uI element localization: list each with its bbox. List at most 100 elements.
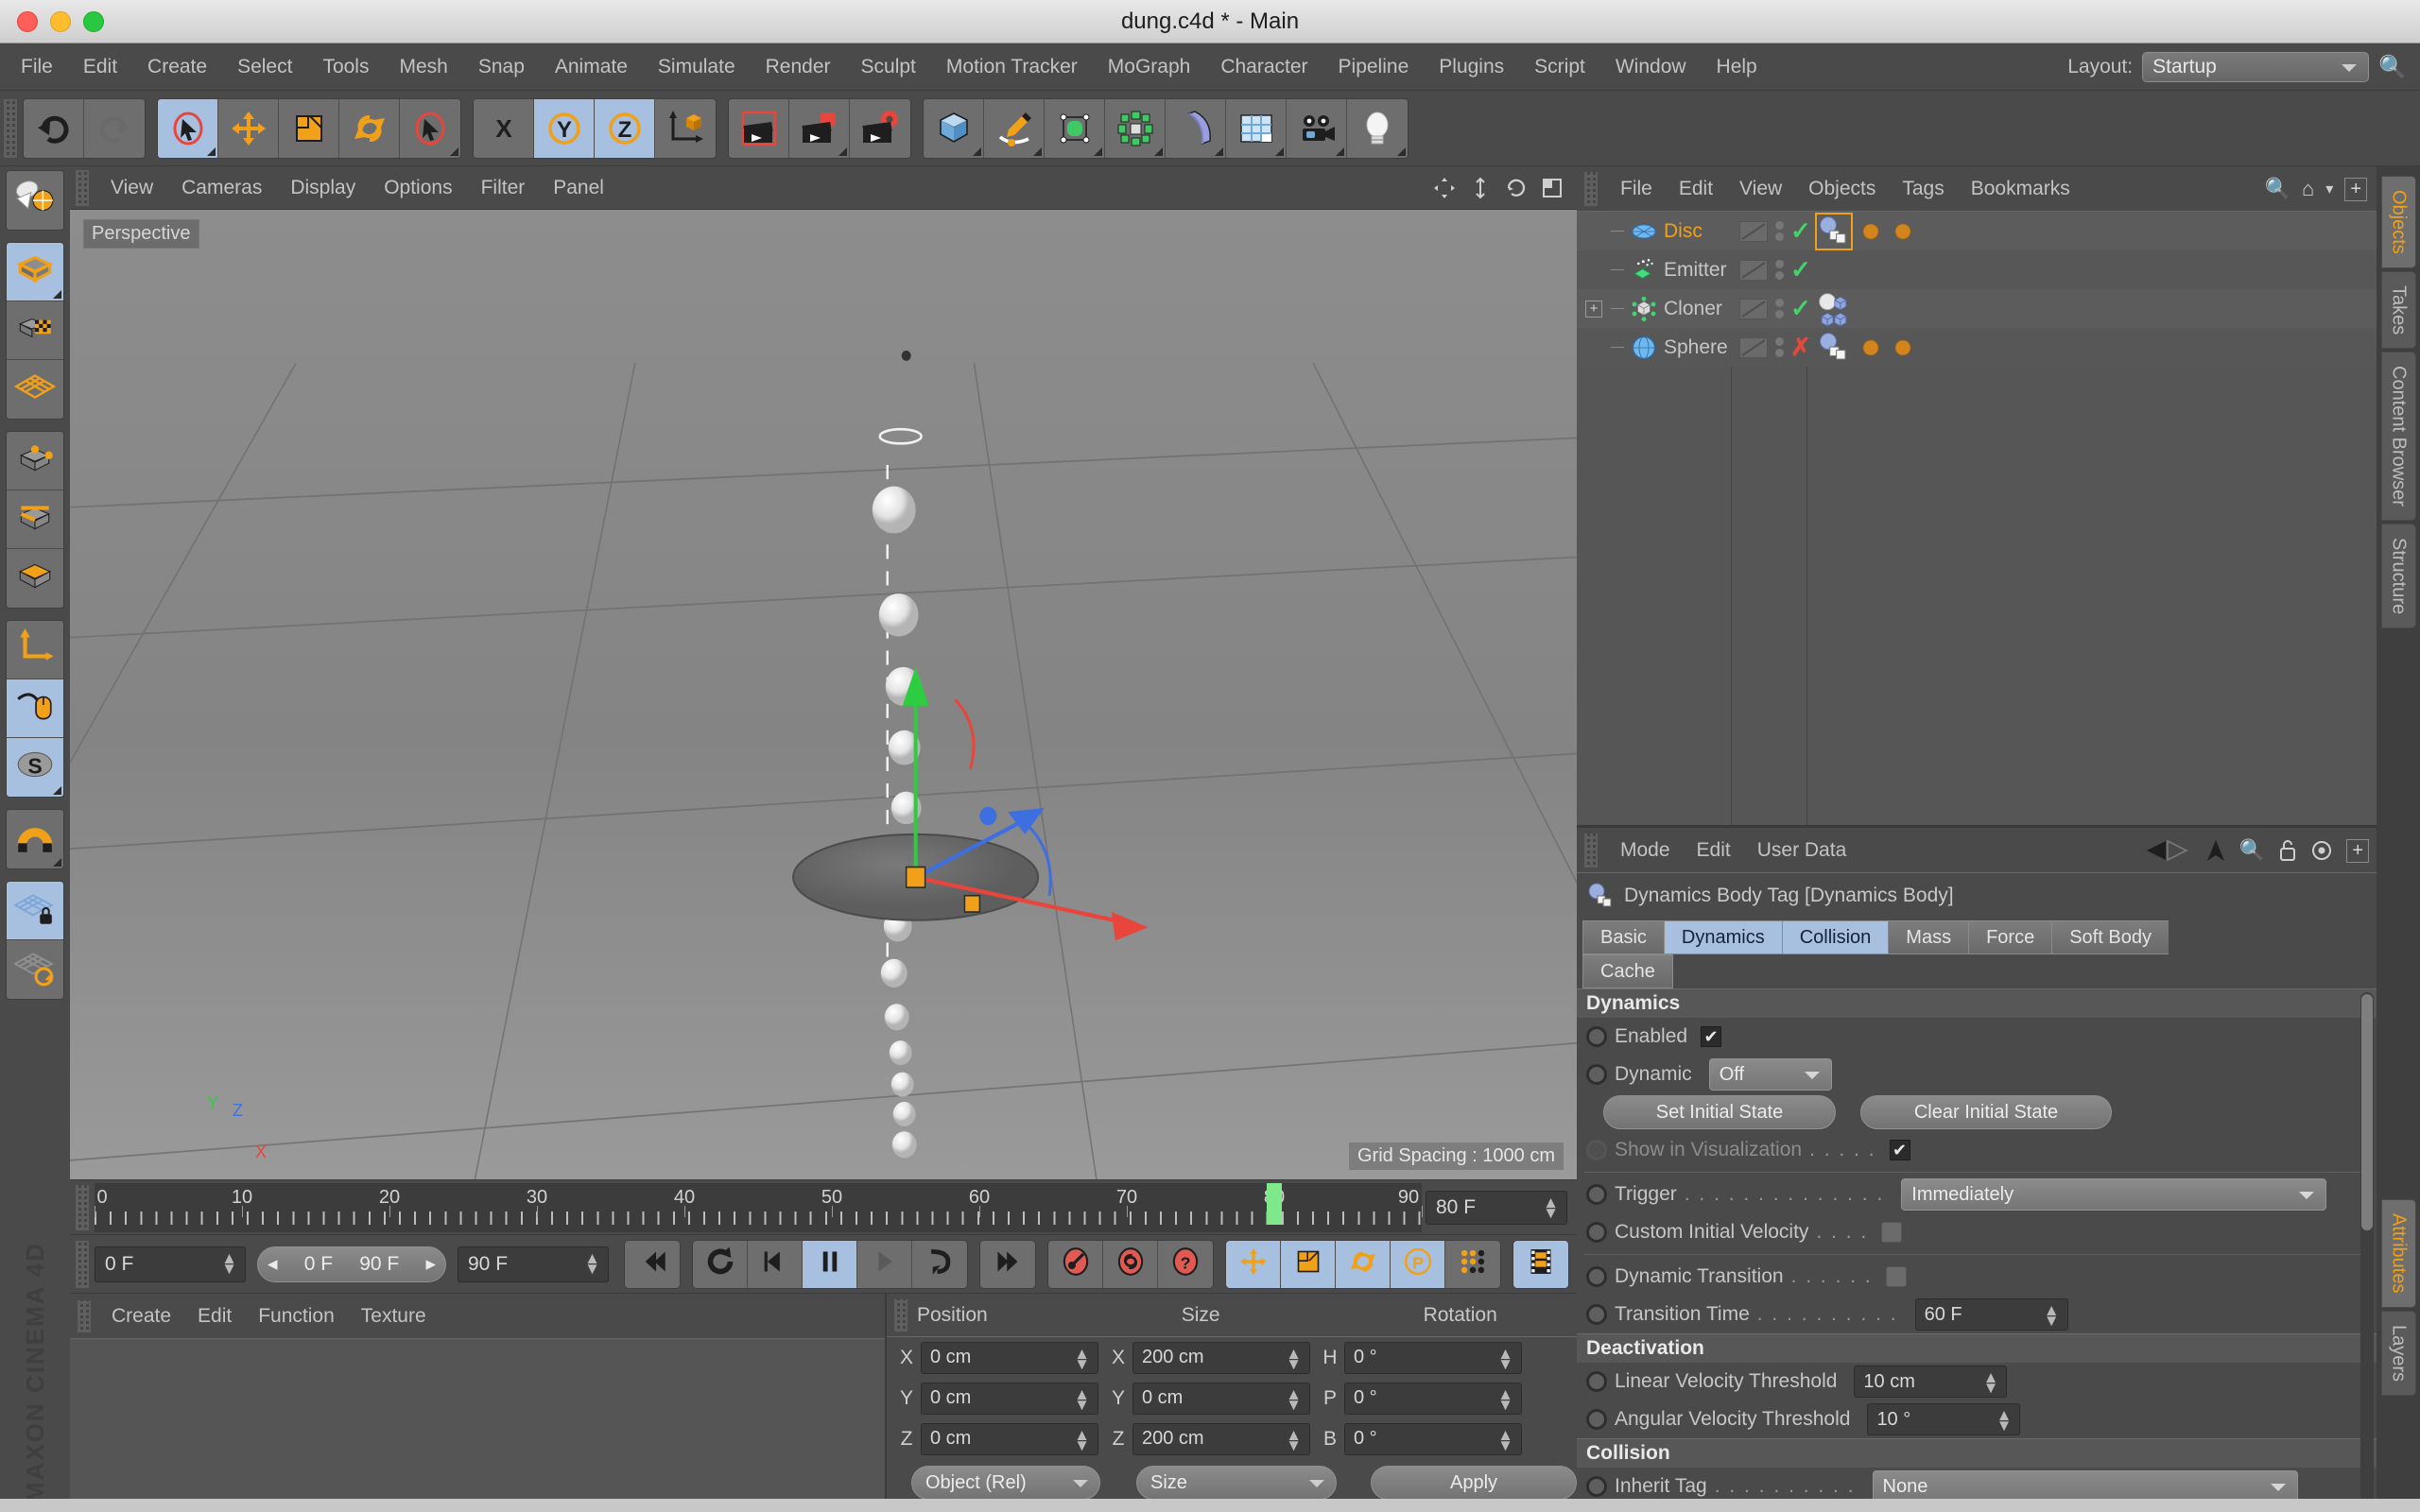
menu-mesh[interactable]: Mesh bbox=[384, 43, 462, 91]
clear-initial-state-button[interactable]: Clear Initial State bbox=[1860, 1095, 2112, 1129]
object-name[interactable]: Sphere bbox=[1664, 336, 1728, 359]
rotate-view-icon[interactable] bbox=[1505, 177, 1528, 199]
enabled-check-icon[interactable]: ✓ bbox=[1790, 255, 1811, 284]
coordinate-mode-select[interactable]: Object (Rel) bbox=[911, 1466, 1100, 1500]
material-tag[interactable] bbox=[1889, 217, 1917, 246]
menu-character[interactable]: Character bbox=[1205, 43, 1322, 91]
close-button[interactable] bbox=[17, 10, 38, 32]
spinner-icon[interactable]: ▲ ▼ bbox=[221, 1250, 237, 1277]
menu-script[interactable]: Script bbox=[1519, 43, 1600, 91]
spinner-icon[interactable]: ▲ ▼ bbox=[2044, 1302, 2060, 1329]
vertical-tab-takes[interactable]: Takes bbox=[2380, 270, 2416, 350]
menu-create[interactable]: Create bbox=[132, 43, 222, 91]
search-icon[interactable]: 🔍 bbox=[2378, 54, 2407, 81]
object-row[interactable]: Disc ✓ bbox=[1577, 212, 2377, 250]
play-forward-button[interactable] bbox=[857, 1240, 912, 1288]
enabled-check-icon[interactable]: ✓ bbox=[1790, 294, 1811, 323]
transport-grip[interactable] bbox=[76, 1240, 89, 1288]
add-panel-icon[interactable]: + bbox=[2346, 838, 2369, 863]
preview-range-field[interactable]: ◂ 0 F 90 F ▸ bbox=[257, 1246, 446, 1282]
property-animate-radio[interactable] bbox=[1586, 1184, 1607, 1205]
autokey-button[interactable] bbox=[1103, 1240, 1158, 1288]
viewport-camera-label[interactable]: Perspective bbox=[83, 219, 199, 249]
spinner-icon[interactable]: ▲ ▼ bbox=[1074, 1346, 1090, 1372]
menu-snap[interactable]: Snap bbox=[463, 43, 540, 91]
max-frame-field[interactable]: 90 F ▲ ▼ bbox=[458, 1246, 609, 1282]
snap-magnet-button[interactable] bbox=[7, 810, 63, 868]
minimize-button[interactable] bbox=[50, 10, 71, 32]
flyout-corner-icon[interactable] bbox=[53, 858, 61, 867]
visibility-dots[interactable] bbox=[1775, 260, 1784, 280]
object-axis-button[interactable] bbox=[7, 621, 63, 679]
spinner-icon[interactable]: ▲ ▼ bbox=[1286, 1427, 1302, 1453]
axis-x-button[interactable]: X bbox=[474, 98, 534, 158]
home-icon[interactable]: ⌂ bbox=[2302, 177, 2314, 201]
menu-render[interactable]: Render bbox=[751, 43, 846, 91]
menu-motion-tracker[interactable]: Motion Tracker bbox=[931, 43, 1093, 91]
toolbar-grip[interactable] bbox=[4, 98, 17, 158]
enable-axis-button[interactable] bbox=[7, 679, 63, 738]
object-menu-view[interactable]: View bbox=[1726, 178, 1795, 200]
spinner-icon[interactable]: ▲ ▼ bbox=[1983, 1369, 1999, 1396]
redo-button[interactable] bbox=[84, 98, 145, 158]
visibility-toggle[interactable] bbox=[1739, 298, 1768, 319]
object-name[interactable]: Disc bbox=[1664, 220, 1703, 243]
material-menu-texture[interactable]: Texture bbox=[348, 1305, 440, 1328]
flyout-corner-icon[interactable] bbox=[1154, 146, 1163, 156]
nav-back-icon[interactable] bbox=[2143, 839, 2192, 862]
property-animate-radio[interactable] bbox=[1586, 1140, 1607, 1160]
step-back-button[interactable] bbox=[748, 1240, 803, 1288]
undo-button[interactable] bbox=[24, 98, 84, 158]
coordinate-size-mode-select[interactable]: Size bbox=[1136, 1466, 1337, 1500]
spinner-icon[interactable]: ▲ ▼ bbox=[584, 1250, 600, 1277]
deformer-bend-button[interactable] bbox=[1166, 98, 1226, 158]
axis-z-button[interactable]: Z bbox=[595, 98, 655, 158]
world-object-axis-button[interactable] bbox=[655, 98, 716, 158]
object-name[interactable]: Cloner bbox=[1664, 298, 1722, 320]
scale-button[interactable] bbox=[279, 98, 339, 158]
object-menu-file[interactable]: File bbox=[1607, 178, 1666, 200]
menu-pipeline[interactable]: Pipeline bbox=[1323, 43, 1425, 91]
zoom-view-icon[interactable] bbox=[1469, 177, 1492, 199]
attribute-tab-collision[interactable]: Collision bbox=[1781, 920, 1889, 954]
viewport-menu-options[interactable]: Options bbox=[370, 166, 466, 210]
window-controls[interactable] bbox=[17, 10, 104, 32]
position-field[interactable]: 0 cm ▲ ▼ bbox=[921, 1422, 1098, 1455]
coordinate-apply-button[interactable]: Apply bbox=[1371, 1466, 1577, 1500]
spinner-icon[interactable]: ▲ ▼ bbox=[1497, 1386, 1513, 1413]
attribute-tab-basic[interactable]: Basic bbox=[1582, 920, 1664, 954]
record-position-button[interactable] bbox=[1226, 1240, 1281, 1288]
property-dropdown[interactable]: Off bbox=[1708, 1058, 1832, 1091]
flyout-corner-icon[interactable] bbox=[1397, 146, 1406, 156]
maximize-button[interactable] bbox=[83, 10, 104, 32]
visibility-dots[interactable] bbox=[1775, 221, 1784, 241]
undo-view-button[interactable] bbox=[7, 171, 63, 230]
viewport-menu-display[interactable]: Display bbox=[276, 166, 370, 210]
live-selection-button[interactable] bbox=[158, 98, 218, 158]
go-to-start-button[interactable] bbox=[625, 1240, 680, 1288]
menu-edit[interactable]: Edit bbox=[68, 43, 132, 91]
vertical-tab-attributes[interactable]: Attributes bbox=[2380, 1199, 2416, 1308]
attribute-tab-dynamics[interactable]: Dynamics bbox=[1663, 920, 1782, 954]
flyout-corner-icon[interactable] bbox=[1033, 146, 1042, 156]
property-dropdown[interactable]: None bbox=[1872, 1470, 2298, 1503]
vertical-tab-structure[interactable]: Structure bbox=[2380, 524, 2416, 629]
property-number-field[interactable]: 60 F ▲ ▼ bbox=[1914, 1298, 2068, 1331]
property-number-field[interactable]: 10 ° ▲ ▼ bbox=[1867, 1403, 2021, 1435]
object-name[interactable]: Emitter bbox=[1664, 259, 1727, 282]
play-loop-button[interactable] bbox=[693, 1240, 748, 1288]
maximize-view-icon[interactable] bbox=[1541, 177, 1564, 199]
soft-selection-button[interactable]: S bbox=[7, 738, 63, 797]
visibility-toggle[interactable] bbox=[1739, 259, 1768, 281]
coordinate-grip[interactable] bbox=[894, 1298, 908, 1332]
attribute-tab-mass[interactable]: Mass bbox=[1888, 920, 1969, 954]
menu-simulate[interactable]: Simulate bbox=[643, 43, 751, 91]
object-menu-bookmarks[interactable]: Bookmarks bbox=[1958, 178, 2083, 200]
chevron-down-icon[interactable]: ▾ bbox=[2325, 180, 2333, 198]
render-view-button[interactable] bbox=[729, 98, 789, 158]
texture-mode-button[interactable] bbox=[7, 301, 63, 360]
expander-icon[interactable]: + bbox=[1585, 300, 1602, 318]
viewport-menu-view[interactable]: View bbox=[96, 166, 167, 210]
spinner-icon[interactable]: ▲ ▼ bbox=[1286, 1386, 1302, 1413]
property-checkbox[interactable]: ✔ bbox=[1701, 1026, 1722, 1047]
